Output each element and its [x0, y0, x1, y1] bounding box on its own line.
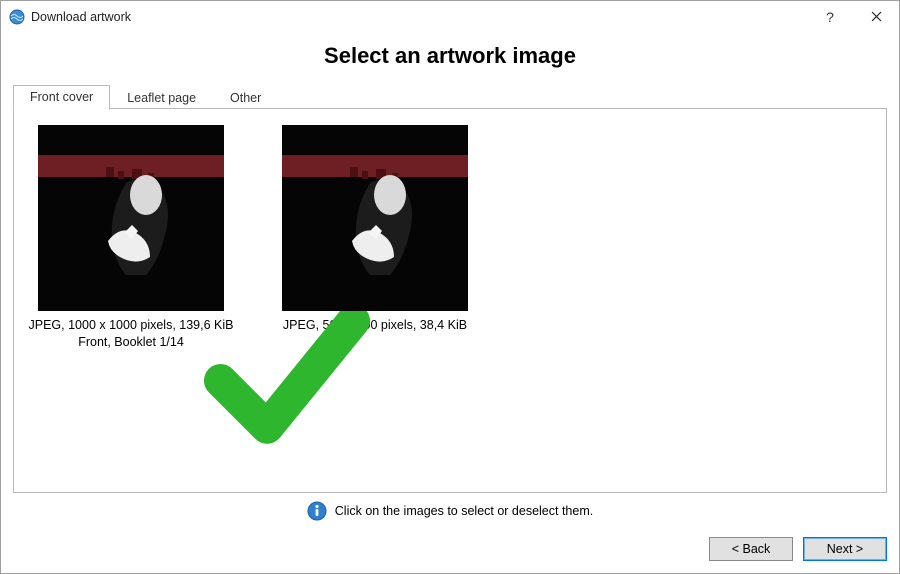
help-icon: ? — [826, 9, 834, 25]
app-icon — [9, 9, 25, 25]
page-title: Select an artwork image — [13, 43, 887, 69]
tab-leaflet-page[interactable]: Leaflet page — [110, 86, 213, 110]
thumbnail-list: JPEG, 1000 x 1000 pixels, 139,6 KiB Fron… — [26, 125, 874, 351]
selected-check-icon — [194, 281, 222, 309]
info-icon — [307, 501, 327, 521]
back-button[interactable]: < Back — [709, 537, 793, 561]
close-icon — [871, 9, 882, 25]
window-title: Download artwork — [31, 10, 131, 24]
hint-bar: Click on the images to select or deselec… — [13, 493, 887, 527]
dialog-window: Download artwork ? Select an artwork ima… — [0, 0, 900, 574]
tab-other[interactable]: Other — [213, 86, 278, 110]
tab-front-cover[interactable]: Front cover — [13, 85, 110, 110]
artwork-thumbnail[interactable] — [38, 125, 224, 311]
close-button[interactable] — [853, 1, 899, 33]
help-button[interactable]: ? — [807, 1, 853, 33]
tabstrip: Front cover Leaflet page Other — [13, 83, 887, 109]
artwork-item: JPEG, 1000 x 1000 pixels, 139,6 KiB Fron… — [26, 125, 236, 351]
button-bar: < Back Next > — [1, 535, 899, 573]
tab-panel: JPEG, 1000 x 1000 pixels, 139,6 KiB Fron… — [13, 108, 887, 493]
hint-text: Click on the images to select or deselec… — [335, 504, 593, 518]
titlebar: Download artwork ? — [1, 1, 899, 33]
page-body: Select an artwork image Front cover Leaf… — [1, 33, 899, 535]
artwork-thumbnail[interactable] — [282, 125, 468, 311]
next-button[interactable]: Next > — [803, 537, 887, 561]
